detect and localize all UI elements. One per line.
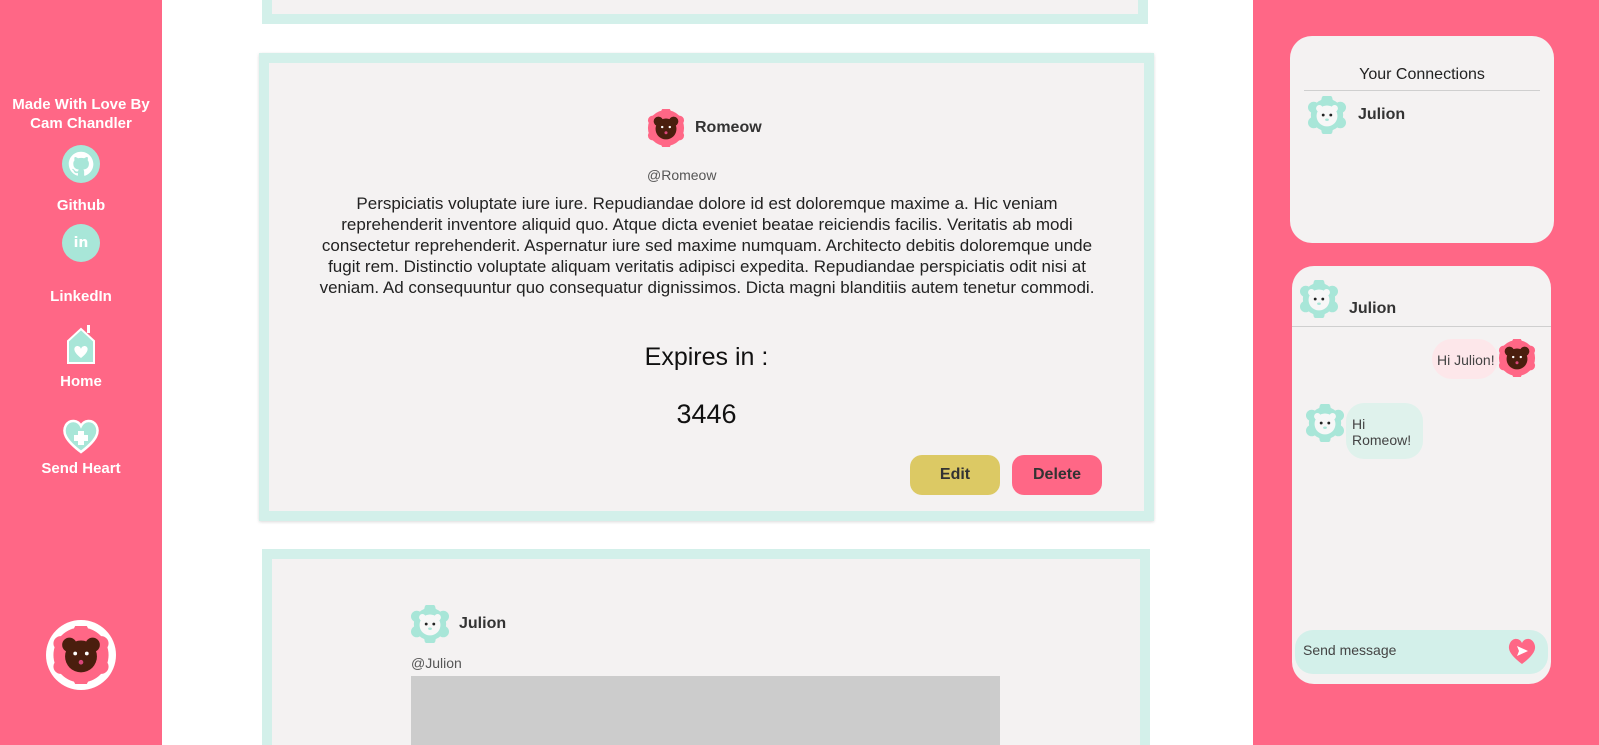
edit-button[interactable]: Edit xyxy=(910,455,1000,495)
home-heart-icon xyxy=(66,325,96,369)
nav-linkedin-label: LinkedIn xyxy=(50,288,112,305)
post-body: Perspiciatis voluptate iure iure. Repudi… xyxy=(319,194,1095,297)
post-image xyxy=(411,676,1000,745)
post-author-name: Romeow xyxy=(695,119,762,136)
credit-text: Made With Love By Cam Chandler xyxy=(12,96,150,132)
lion-avatar-icon xyxy=(1306,404,1344,442)
feed: Romeow @Romeow Perspiciatis voluptate iu… xyxy=(162,0,1253,745)
nav-home[interactable]: Home xyxy=(0,325,162,390)
connection-item[interactable]: Julion xyxy=(1308,96,1405,134)
chat-header: Julion xyxy=(1292,266,1551,327)
lion-avatar-icon xyxy=(1300,280,1338,318)
nav-github-label: Github xyxy=(56,197,106,214)
post-card-previous xyxy=(262,0,1148,24)
nav-home-label: Home xyxy=(60,373,102,390)
expires-label: Expires in : xyxy=(644,343,769,371)
connections-title: Your Connections xyxy=(1304,66,1540,91)
right-sidebar: Your Connections Julion Julion Hi Julion… xyxy=(1253,0,1599,745)
post-author[interactable]: Julion xyxy=(411,605,506,643)
chat-input-bar xyxy=(1295,630,1548,674)
post-card-next: Julion @Julion xyxy=(262,549,1150,745)
connection-name: Julion xyxy=(1358,106,1406,123)
send-button[interactable] xyxy=(1507,637,1537,667)
nav-send-heart[interactable]: Send Heart xyxy=(0,418,162,477)
chat-panel: Julion Hi Julion! Hi Romeow! xyxy=(1292,266,1551,684)
post-author-name: Julion xyxy=(459,615,507,632)
expires-value: 3446 xyxy=(676,399,737,429)
chat-contact-name: Julion xyxy=(1349,300,1397,317)
send-message-input[interactable] xyxy=(1303,636,1503,664)
bear-avatar-icon xyxy=(1498,339,1536,377)
bear-avatar-icon xyxy=(647,109,685,147)
post-card: Romeow @Romeow Perspiciatis voluptate iu… xyxy=(259,53,1154,521)
heart-send-icon xyxy=(1508,638,1536,664)
github-icon xyxy=(62,145,100,183)
lion-avatar-icon xyxy=(411,605,449,643)
left-sidebar: Made With Love By Cam Chandler Github in… xyxy=(0,0,162,745)
heart-plus-icon xyxy=(61,418,101,458)
post-author[interactable]: Romeow xyxy=(647,109,762,147)
connections-panel: Your Connections Julion xyxy=(1290,36,1554,243)
linkedin-icon: in xyxy=(62,224,100,262)
lion-avatar-icon xyxy=(1308,96,1346,134)
delete-button[interactable]: Delete xyxy=(1012,455,1102,495)
chat-message-incoming: Hi Romeow! xyxy=(1346,403,1423,459)
post-author-handle: @Julion xyxy=(411,655,462,671)
nav-github[interactable]: Github xyxy=(0,145,162,214)
bear-avatar-icon xyxy=(52,626,110,684)
post-author-handle: @Romeow xyxy=(647,167,717,183)
user-avatar[interactable] xyxy=(46,620,116,690)
nav-send-heart-label: Send Heart xyxy=(41,460,121,477)
nav-linkedin[interactable]: in LinkedIn xyxy=(0,224,162,305)
chat-message-outgoing: Hi Julion! xyxy=(1432,339,1498,379)
